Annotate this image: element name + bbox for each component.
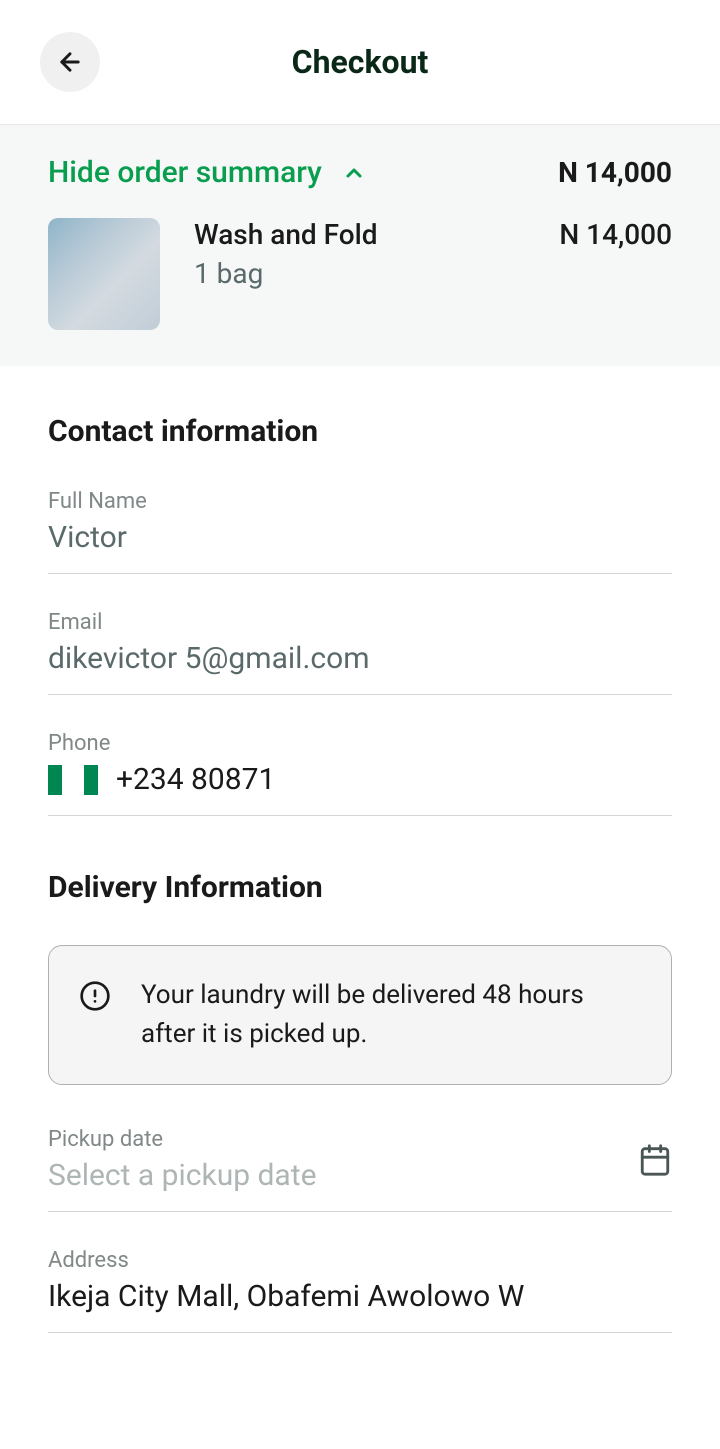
email-field[interactable]: Email dikevictor 5@gmail.com xyxy=(48,610,672,695)
pickup-left: Pickup date Select a pickup date xyxy=(48,1127,638,1193)
email-value: dikevictor 5@gmail.com xyxy=(48,641,672,676)
full-name-value: Victor xyxy=(48,520,672,555)
phone-value: +234 80871 xyxy=(116,762,275,797)
phone-field[interactable]: Phone +234 80871 xyxy=(48,731,672,816)
phone-row: +234 80871 xyxy=(48,762,672,797)
calendar-icon xyxy=(638,1143,672,1177)
summary-toggle-label: Hide order summary xyxy=(48,155,322,190)
full-name-label: Full Name xyxy=(48,489,672,514)
address-field[interactable]: Address Ikeja City Mall, Obafemi Awolowo… xyxy=(48,1248,672,1333)
item-price: N 14,000 xyxy=(559,218,672,251)
arrow-left-icon xyxy=(56,48,84,76)
delivery-notice-text: Your laundry will be delivered 48 hours … xyxy=(141,976,641,1054)
info-icon xyxy=(79,980,111,1012)
item-details: Wash and Fold 1 bag N 14,000 xyxy=(194,218,672,290)
content: Contact information Full Name Victor Ema… xyxy=(0,366,720,1333)
address-value: Ikeja City Mall, Obafemi Awolowo W xyxy=(48,1279,672,1314)
summary-toggle-button[interactable]: Hide order summary xyxy=(48,155,366,190)
page-title: Checkout xyxy=(292,43,429,81)
pickup-date-placeholder: Select a pickup date xyxy=(48,1158,638,1193)
address-label: Address xyxy=(48,1248,672,1273)
contact-section-title: Contact information xyxy=(48,414,672,449)
delivery-notice: Your laundry will be delivered 48 hours … xyxy=(48,945,672,1085)
item-info: Wash and Fold 1 bag xyxy=(194,218,378,290)
summary-total: N 14,000 xyxy=(558,156,672,189)
full-name-field[interactable]: Full Name Victor xyxy=(48,489,672,574)
pickup-date-field[interactable]: Pickup date Select a pickup date xyxy=(48,1127,672,1212)
email-label: Email xyxy=(48,610,672,635)
delivery-section-title: Delivery Information xyxy=(48,870,672,905)
nigeria-flag-icon xyxy=(48,765,98,795)
delivery-section: Delivery Information Your laundry will b… xyxy=(48,870,672,1333)
order-summary-section: Hide order summary N 14,000 Wash and Fol… xyxy=(0,124,720,366)
item-name: Wash and Fold xyxy=(194,218,378,251)
summary-toggle-row: Hide order summary N 14,000 xyxy=(48,155,672,190)
item-quantity: 1 bag xyxy=(194,257,378,290)
summary-item: Wash and Fold 1 bag N 14,000 xyxy=(48,218,672,330)
phone-label: Phone xyxy=(48,731,672,756)
chevron-up-icon xyxy=(342,161,366,185)
back-button[interactable] xyxy=(40,32,100,92)
header: Checkout xyxy=(0,0,720,124)
item-thumbnail xyxy=(48,218,160,330)
pickup-date-label: Pickup date xyxy=(48,1127,638,1152)
